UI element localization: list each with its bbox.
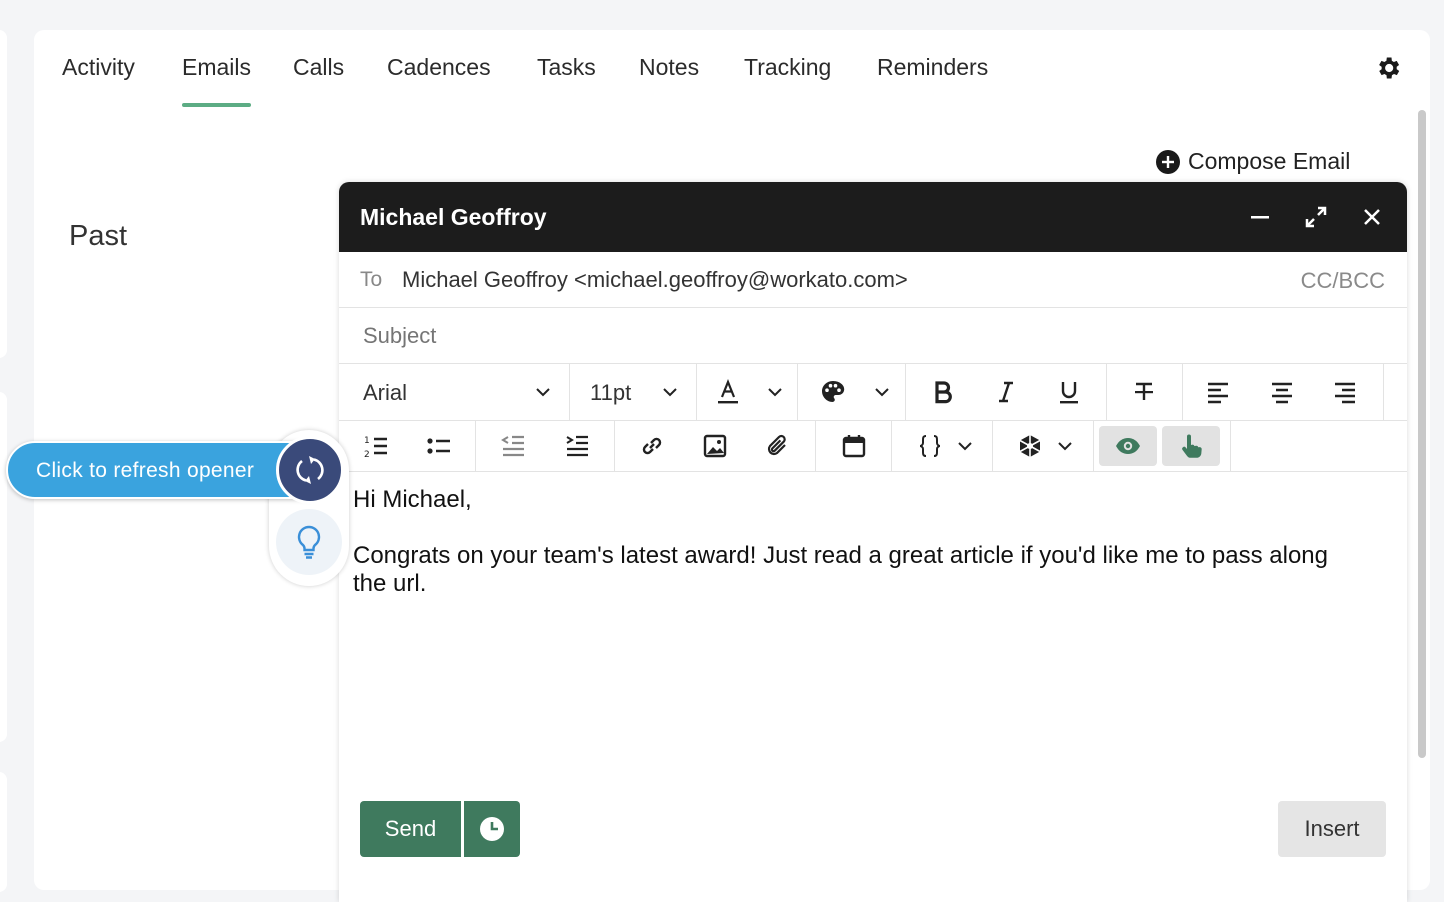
tab-emails[interactable]: Emails [182, 54, 252, 107]
snippets-button[interactable] [993, 420, 1094, 471]
eye-icon [1116, 438, 1140, 454]
variables-button[interactable] [892, 420, 993, 471]
highlight-color-button[interactable] [798, 364, 906, 420]
tab-calls[interactable]: Calls [293, 54, 344, 81]
email-body[interactable]: Hi Michael, Congrats on your team's late… [353, 486, 1363, 598]
calendar-icon [842, 435, 866, 458]
alignment-group [1183, 364, 1384, 420]
underline-icon[interactable] [1056, 379, 1082, 405]
refresh-opener-icon-button[interactable] [276, 436, 344, 504]
lightbulb-icon [297, 525, 321, 559]
insert-label: Insert [1304, 816, 1360, 841]
subject-input[interactable] [363, 323, 1263, 349]
track-opens-toggle[interactable] [1099, 426, 1157, 466]
scrollbar-thumb[interactable] [1418, 110, 1426, 758]
font-family-value: Arial [363, 380, 408, 405]
gear-icon[interactable] [1374, 54, 1402, 82]
send-button[interactable]: Send [360, 801, 461, 857]
cc-bcc-button[interactable]: CC/BCC [1301, 268, 1385, 294]
font-size-select[interactable]: 11pt [570, 364, 697, 420]
bullet-list-icon[interactable] [426, 433, 452, 459]
bold-icon[interactable] [930, 379, 956, 405]
insert-media-group [615, 420, 816, 471]
text-style-group [906, 364, 1107, 420]
toolbar-row-1: Arial 11pt [339, 364, 1407, 421]
calendar-button[interactable] [816, 420, 892, 471]
chevron-down-icon [663, 388, 677, 397]
to-row: To Michael Geoffroy <michael.geoffroy@wo… [339, 252, 1407, 308]
strikethrough-icon [1135, 382, 1153, 400]
body-line: Congrats on your team's latest award! Ju… [353, 542, 1328, 597]
indent-icon[interactable] [564, 433, 590, 459]
toolbar-row-2: 12 [339, 420, 1407, 472]
refresh-opener-label: Click to refresh opener [36, 459, 255, 482]
compose-window: Michael Geoffroy To Michael Geoffroy <mi… [339, 182, 1407, 902]
clock-icon [480, 817, 504, 841]
insert-button[interactable]: Insert [1278, 801, 1386, 857]
tab-activity[interactable]: Activity [62, 54, 135, 81]
send-label: Send [384, 816, 437, 841]
attachment-icon[interactable] [765, 433, 791, 459]
svg-text:2: 2 [364, 450, 370, 459]
font-size-value: 11pt [590, 380, 632, 405]
indent-group [476, 420, 615, 471]
tab-cadences[interactable]: Cadences [387, 54, 491, 81]
tab-reminders[interactable]: Reminders [877, 54, 988, 81]
chevron-down-icon [1058, 442, 1072, 451]
expand-icon[interactable] [1301, 202, 1331, 232]
palette-icon [822, 381, 845, 402]
tab-notes[interactable]: Notes [639, 54, 699, 81]
text-color-button[interactable] [697, 364, 798, 420]
link-icon[interactable] [639, 433, 665, 459]
numbered-list-icon[interactable]: 12 [363, 433, 389, 459]
left-panel-edge [0, 30, 7, 358]
compose-email-button[interactable]: Compose Email [1156, 148, 1350, 175]
tracking-group [1094, 420, 1231, 471]
chevron-down-icon [768, 388, 782, 397]
pointer-hand-icon [1182, 434, 1202, 458]
body-blank-line [353, 514, 1363, 542]
list-group: 12 [339, 420, 476, 471]
align-right-icon[interactable] [1332, 379, 1358, 405]
align-center-icon[interactable] [1269, 379, 1295, 405]
to-label: To [360, 268, 383, 291]
font-family-select[interactable]: Arial [339, 364, 570, 420]
compose-email-label: Compose Email [1188, 148, 1351, 174]
to-field[interactable]: Michael Geoffroy <michael.geoffroy@worka… [402, 267, 908, 293]
refresh-icon [296, 456, 324, 484]
svg-text:1: 1 [364, 436, 370, 446]
left-panel-edge [0, 772, 7, 892]
tab-tasks[interactable]: Tasks [537, 54, 596, 81]
track-clicks-toggle[interactable] [1162, 426, 1220, 466]
chevron-down-icon [875, 388, 889, 397]
scrollbar[interactable] [1416, 110, 1426, 890]
strikethrough-button[interactable] [1107, 364, 1183, 420]
subject-row [339, 308, 1407, 364]
outdent-icon[interactable] [500, 433, 526, 459]
schedule-send-button[interactable] [464, 801, 520, 857]
plus-circle-icon [1156, 149, 1180, 174]
section-title-past: Past [69, 220, 128, 252]
align-left-icon[interactable] [1205, 379, 1231, 405]
tab-tracking[interactable]: Tracking [744, 54, 831, 81]
chevron-down-icon [536, 388, 550, 397]
body-line: Hi Michael, [353, 486, 472, 513]
cube-icon [1019, 435, 1041, 457]
left-panel-edge [0, 392, 7, 742]
image-icon[interactable] [702, 433, 728, 459]
text-color-icon [718, 379, 738, 404]
suggestions-button[interactable] [276, 509, 342, 575]
close-icon[interactable] [1357, 202, 1387, 232]
chevron-down-icon [958, 442, 972, 451]
compose-title: Michael Geoffroy [360, 204, 547, 230]
italic-icon[interactable] [993, 379, 1019, 405]
curly-braces-icon [919, 435, 941, 457]
compose-header: Michael Geoffroy [339, 182, 1407, 252]
minimize-icon[interactable] [1245, 202, 1275, 232]
